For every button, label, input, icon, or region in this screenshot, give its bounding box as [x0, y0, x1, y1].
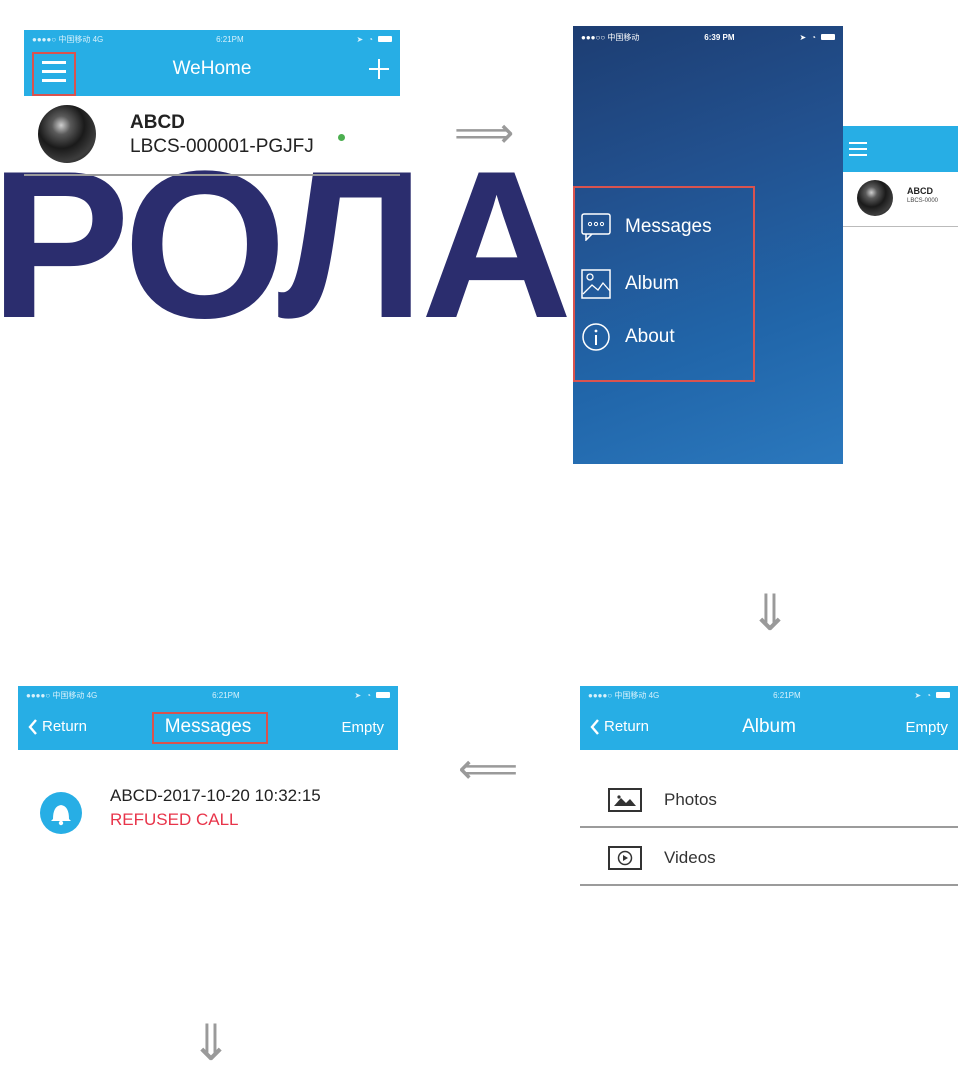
arrow-right-icon: ⟹ — [454, 108, 515, 157]
device-avatar — [38, 105, 96, 163]
message-item[interactable]: ABCD-2017-10-20 10:32:15 REFUSED CALL — [18, 776, 398, 846]
row-divider — [580, 884, 958, 886]
peek-navbar — [843, 126, 958, 172]
menu-highlight — [573, 186, 755, 382]
video-icon — [608, 846, 642, 870]
device-row[interactable]: ABCD LBCS-000001-PGJFJ — [24, 100, 400, 172]
status-time: 6:21PM — [216, 34, 244, 44]
photo-icon — [608, 788, 642, 812]
device-name: ABCD — [130, 112, 185, 133]
battery-icon — [378, 36, 392, 42]
title-highlight — [152, 712, 268, 744]
page-title: WeHome — [172, 58, 252, 79]
status-carrier: ●●●○○ 中国移动 — [581, 32, 640, 42]
status-time: 6:21PM — [212, 690, 240, 700]
album-item-label: Photos — [664, 790, 717, 809]
alarm-icon: ◔ — [366, 690, 371, 700]
arrow-left-icon: ⟸ — [458, 744, 519, 793]
alarm-icon: ◔ — [811, 32, 816, 42]
location-icon: ➤ — [914, 690, 922, 700]
online-indicator — [338, 134, 345, 141]
status-carrier: ●●●●○ 中国移动 4G — [588, 690, 660, 700]
message-status: REFUSED CALL — [110, 810, 239, 829]
status-bar: ●●●○○ 中国移动 6:39 PM ➤ ◔ — [581, 32, 835, 42]
bell-icon — [40, 792, 82, 834]
device-id: LBCS-000001-PGJFJ — [130, 136, 314, 157]
empty-button[interactable]: Empty — [341, 719, 384, 736]
row-divider — [24, 174, 400, 176]
side-menu-screen: ●●●○○ 中国移动 6:39 PM ➤ ◔ Messages Album Ab… — [573, 26, 843, 464]
plus-icon — [369, 59, 389, 79]
status-time: 6:21PM — [773, 690, 801, 700]
location-icon: ➤ — [356, 34, 364, 44]
status-bar: ●●●●○ 中国移动 4G 6:21PM ➤ ◔ — [26, 690, 390, 700]
status-time: 6:39 PM — [704, 32, 735, 42]
location-icon: ➤ — [799, 32, 807, 42]
messages-screen: ●●●●○ 中国移动 4G 6:21PM ➤ ◔ Return Messages… — [18, 686, 398, 856]
messages-navbar: ●●●●○ 中国移动 4G 6:21PM ➤ ◔ Return Messages… — [18, 686, 398, 750]
page-title: Album — [742, 716, 796, 737]
status-carrier: ●●●●○ 中国移动 4G — [26, 690, 98, 700]
message-title: ABCD-2017-10-20 10:32:15 — [110, 786, 321, 805]
peek-device-name: ABCD — [907, 186, 933, 196]
status-bar: ●●●●○ 中国移动 4G 6:21PM ➤ ◔ — [32, 34, 392, 44]
status-icons: ➤ ◔ — [914, 691, 950, 700]
location-icon: ➤ — [354, 690, 362, 700]
empty-button[interactable]: Empty — [905, 719, 948, 736]
status-carrier: ●●●●○ 中国移动 4G — [32, 34, 104, 44]
alarm-icon: ◔ — [926, 690, 931, 700]
album-item-videos[interactable]: Videos — [580, 830, 958, 886]
row-divider — [580, 826, 958, 828]
add-button[interactable] — [368, 58, 390, 80]
status-icons: ➤ ◔ — [799, 33, 835, 42]
peek-divider — [843, 226, 958, 227]
alarm-icon: ◔ — [368, 34, 373, 44]
hamburger-icon — [849, 142, 867, 156]
arrow-down-icon: ⇓ — [190, 1014, 232, 1072]
battery-icon — [936, 692, 950, 698]
album-navbar: ●●●●○ 中国移动 4G 6:21PM ➤ ◔ Return Album Em… — [580, 686, 958, 750]
status-bar: ●●●●○ 中国移动 4G 6:21PM ➤ ◔ — [588, 690, 950, 700]
wehome-screen: ●●●●○ 中国移动 4G 6:21PM ➤ ◔ WeHome ABCD LBC… — [24, 30, 400, 180]
album-item-label: Videos — [664, 848, 716, 867]
wehome-navbar: ●●●●○ 中国移动 4G 6:21PM ➤ ◔ WeHome — [24, 30, 400, 96]
peek-device-id: LBCS-0000 — [907, 198, 939, 204]
album-item-photos[interactable]: Photos — [580, 772, 958, 828]
battery-icon — [376, 692, 390, 698]
status-icons: ➤ ◔ — [354, 691, 390, 700]
album-screen: ●●●●○ 中国移动 4G 6:21PM ➤ ◔ Return Album Em… — [580, 686, 958, 886]
arrow-down-icon: ⇓ — [749, 584, 791, 642]
peek-avatar — [857, 180, 893, 216]
peek-panel[interactable]: ABCD LBCS-0000 — [843, 126, 958, 236]
battery-icon — [820, 34, 835, 40]
status-icons: ➤ ◔ — [356, 35, 392, 44]
